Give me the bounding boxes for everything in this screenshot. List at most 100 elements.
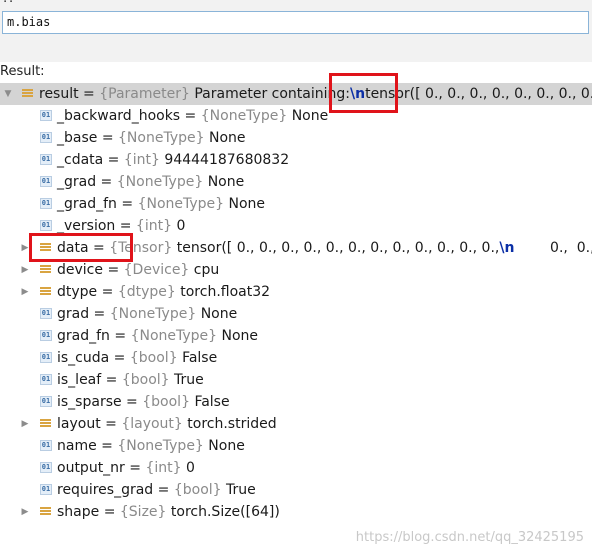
tree-row-grad-fn[interactable]: 01 grad_fn = {NoneType} None [0, 325, 592, 347]
expand-arrow-icon[interactable]: ▶ [20, 259, 30, 281]
number-field-icon: 01 [40, 198, 52, 209]
tree-row-text: shape = {Size} torch.Size([64]) [57, 501, 280, 523]
row-name: is_leaf [57, 372, 102, 388]
row-type: {Tensor} [109, 240, 173, 256]
row-equals: = [103, 262, 124, 278]
number-field-icon: 01 [40, 440, 52, 451]
row-type: {bool} [142, 394, 190, 410]
row-name: _base [57, 130, 98, 146]
row-equals: = [153, 482, 174, 498]
row-type: {int} [135, 218, 172, 234]
number-field-icon: 01 [40, 220, 52, 231]
number-field-icon: 01 [40, 132, 52, 143]
number-field-icon: 01 [40, 330, 52, 341]
expression-label: ?: [2, 0, 13, 6]
tree-row-layout[interactable]: ▶ layout = {layout} torch.strided [0, 413, 592, 435]
row-type: {bool} [173, 482, 222, 498]
row-name: dtype [57, 284, 98, 300]
result-label: Result: [0, 64, 45, 79]
row-equals: = [99, 504, 120, 520]
row-name: is_sparse [57, 394, 122, 410]
expand-arrow-icon[interactable]: ▶ [20, 413, 30, 435]
tree-row-text: output_nr = {int} 0 [57, 457, 195, 479]
tree-row-text: _grad_fn = {NoneType} None [57, 193, 265, 215]
row-value: None [208, 438, 245, 454]
tree-row-text: _version = {int} 0 [57, 215, 185, 237]
row-type: {NoneType} [130, 328, 218, 344]
tree-row-data[interactable]: ▶ data = {Tensor} tensor([ 0., 0., 0., 0.… [0, 237, 592, 259]
row-equals: = [121, 394, 143, 410]
row-value: None [228, 196, 266, 212]
row-type: {NoneType} [117, 438, 204, 454]
row-name: _backward_hooks [57, 108, 181, 124]
tree-row-result[interactable]: ▼ result = {Parameter} Parameter contain… [0, 83, 592, 105]
row-equals: = [109, 328, 131, 344]
row-name: _grad [57, 174, 97, 190]
tree-row-is-leaf[interactable]: 01 is_leaf = {bool} True [0, 369, 592, 391]
expand-arrow-icon[interactable]: ▶ [20, 501, 30, 523]
tree-row-shape[interactable]: ▶ shape = {Size} torch.Size([64]) [0, 501, 592, 523]
row-name: _cdata [57, 152, 104, 168]
expand-arrow-icon[interactable]: ▶ [20, 237, 30, 259]
row-equals: = [115, 218, 136, 234]
tree-row-device[interactable]: ▶ device = {Device} cpu [0, 259, 592, 281]
tree-row-text: is_cuda = {bool} False [57, 347, 217, 369]
row-name: device [57, 262, 103, 278]
number-field-icon: 01 [40, 374, 52, 385]
list-field-icon [40, 264, 52, 275]
row-value-prefix: Parameter containing: [189, 86, 350, 102]
row-value: False [182, 350, 218, 366]
tree-row-text: name = {NoneType} None [57, 435, 245, 457]
list-field-icon [40, 418, 52, 429]
row-equals: = [88, 240, 110, 256]
tree-row-is-sparse[interactable]: 01 is_sparse = {bool} False [0, 391, 592, 413]
result-tree: ▼ result = {Parameter} Parameter contain… [0, 83, 592, 523]
tree-row-text: data = {Tensor} tensor([ 0., 0., 0., 0.,… [57, 237, 592, 259]
row-escape: \n [499, 240, 515, 256]
row-equals: = [116, 196, 138, 212]
number-field-icon: 01 [40, 308, 52, 319]
row-name: data [57, 240, 89, 256]
expand-arrow-icon[interactable]: ▶ [20, 281, 30, 303]
row-value: False [194, 394, 230, 410]
row-value: 0 [185, 460, 195, 476]
row-type: {NoneType} [109, 306, 197, 322]
list-field-icon [40, 286, 52, 297]
tree-row-text: _backward_hooks = {NoneType} None [57, 105, 328, 127]
tree-row-requires-grad[interactable]: 01 requires_grad = {bool} True [0, 479, 592, 501]
row-equals: = [89, 306, 110, 322]
row-value: torch.float32 [180, 284, 271, 300]
tree-row-backward-hooks[interactable]: 01 _backward_hooks = {NoneType} None [0, 105, 592, 127]
row-value: 94444187680832 [164, 152, 290, 168]
collapse-arrow-icon[interactable]: ▼ [3, 83, 13, 105]
tree-row-dtype[interactable]: ▶ dtype = {dtype} torch.float32 [0, 281, 592, 303]
tree-row-base[interactable]: 01 _base = {NoneType} None [0, 127, 592, 149]
row-name: grad_fn [57, 328, 110, 344]
list-field-icon [22, 88, 34, 99]
row-type: {bool} [121, 372, 170, 388]
expression-input[interactable]: m.bias [2, 11, 589, 34]
number-field-icon: 01 [40, 396, 52, 407]
row-equals: = [180, 108, 201, 124]
row-equals: = [100, 416, 122, 432]
tree-row-version[interactable]: 01 _version = {int} 0 [0, 215, 592, 237]
tree-row-text: _base = {NoneType} None [57, 127, 246, 149]
tree-row-text: _cdata = {int} 94444187680832 [57, 149, 289, 171]
tree-row-is-cuda[interactable]: 01 is_cuda = {bool} False [0, 347, 592, 369]
tree-row-output-nr[interactable]: 01 output_nr = {int} 0 [0, 457, 592, 479]
tree-row-cdata[interactable]: 01 _cdata = {int} 94444187680832 [0, 149, 592, 171]
number-field-icon: 01 [40, 110, 52, 121]
row-equals: = [96, 438, 118, 454]
tree-row-grad-fn[interactable]: 01 _grad_fn = {NoneType} None [0, 193, 592, 215]
number-field-icon: 01 [40, 462, 52, 473]
row-type: {int} [145, 460, 182, 476]
row-value: torch.Size([64]) [170, 504, 280, 520]
row-value: None [221, 328, 259, 344]
tree-row-grad[interactable]: 01 _grad = {NoneType} None [0, 171, 592, 193]
tree-row-name[interactable]: 01 name = {NoneType} None [0, 435, 592, 457]
row-type: {dtype} [117, 284, 176, 300]
list-field-icon [40, 506, 52, 517]
row-name: shape [57, 504, 100, 520]
tree-row-grad[interactable]: 01 grad = {NoneType} None [0, 303, 592, 325]
tree-row-text: result = {Parameter} Parameter containin… [39, 83, 592, 105]
